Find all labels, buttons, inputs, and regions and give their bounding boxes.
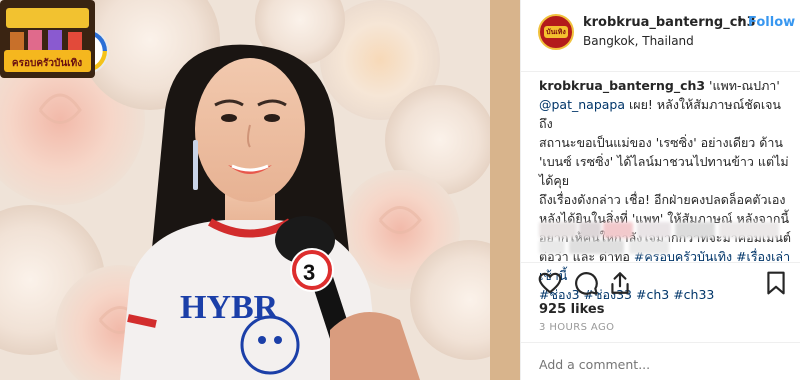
show-logo: ครอบครัวบันเทิง <box>0 0 95 78</box>
svg-text:3: 3 <box>303 260 315 285</box>
follow-button[interactable]: Follow <box>748 15 795 30</box>
post-image[interactable]: HYBR 3 3 3 <box>0 0 520 380</box>
header-username[interactable]: krobkrua_banterng_ch3 <box>583 15 756 30</box>
share-icon[interactable] <box>607 270 633 296</box>
avatar[interactable]: บันเทิง <box>538 14 574 50</box>
post-timestamp[interactable]: 3 HOURS AGO <box>539 322 614 333</box>
heart-icon[interactable] <box>537 270 563 296</box>
post-header: บันเทิง krobkrua_banterng_ch3 • Follow B… <box>521 0 800 72</box>
shirt-text: HYBR <box>180 289 279 326</box>
divider <box>521 342 800 343</box>
blurred-comment <box>539 222 794 238</box>
comment-input[interactable] <box>539 357 779 372</box>
caption-text: สถานะขอเป็นแม่ของ 'เรซซิ่ง' อย่างเดียว ด… <box>539 135 783 150</box>
caption-text: ถึงเรื่องดังกล่าว เชื่อ! อีกฝ่ายคงปลดล็อ… <box>539 192 786 207</box>
separator-dot: • <box>736 13 745 29</box>
blurred-comment <box>539 240 794 254</box>
svg-text:ครอบครัวบันเทิง: ครอบครัวบันเทิง <box>12 57 82 69</box>
post-actions <box>521 268 800 298</box>
caption-text: 'เบนซ์ เรซซิ่ง' ได้ไลน์มาชวนไปทานข้าว แต… <box>539 154 789 188</box>
mention-link[interactable]: @pat_napapa <box>539 97 625 112</box>
divider <box>521 262 800 263</box>
avatar-logo-text: บันเทิง <box>544 26 568 38</box>
comment-icon[interactable] <box>573 270 599 296</box>
caption-text: 'แพท-ณปภา' <box>705 78 780 93</box>
post-sidebar: บันเทิง krobkrua_banterng_ch3 • Follow B… <box>520 0 800 380</box>
like-count[interactable]: 925 likes <box>539 302 604 317</box>
caption-username[interactable]: krobkrua_banterng_ch3 <box>539 78 705 93</box>
bookmark-icon[interactable] <box>763 270 789 296</box>
instagram-post: HYBR 3 3 3 <box>0 0 800 380</box>
location-link[interactable]: Bangkok, Thailand <box>583 34 694 48</box>
